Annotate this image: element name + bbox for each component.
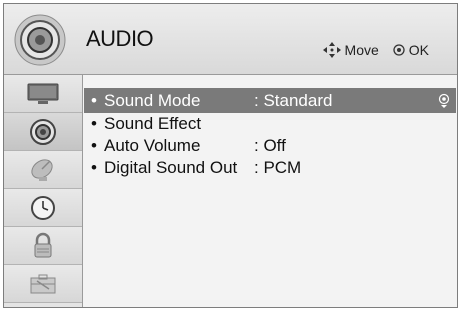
page-title: AUDIO — [86, 26, 154, 51]
audio-settings-list: • Sound Mode : Standard • Sound Effect •… — [84, 88, 456, 179]
ok-select-icon — [438, 93, 450, 108]
sidebar-item-audio[interactable] — [4, 113, 82, 151]
menu-item-label: Sound Mode — [104, 90, 201, 110]
menu-item-digital-sound-out[interactable]: • Digital Sound Out : PCM — [84, 157, 456, 179]
ok-hint-label: OK — [408, 42, 429, 58]
sidebar-item-picture[interactable] — [4, 75, 82, 113]
sidebar-item-option[interactable] — [4, 265, 82, 303]
menu-item-label: Digital Sound Out — [104, 158, 238, 177]
menu-item-label: Sound Effect — [104, 114, 202, 133]
menu-item-auto-volume[interactable]: • Auto Volume : Off — [84, 135, 456, 157]
sidebar-item-lock[interactable] — [4, 227, 82, 265]
menu-item-sound-effect[interactable]: • Sound Effect — [84, 113, 456, 135]
option-toolbox-icon — [30, 274, 56, 293]
audio-icon — [30, 118, 56, 145]
move-hint-label: Move — [344, 42, 379, 58]
audio-menu-window: AUDIO Move OK • Sound Mode: Standard • … — [3, 3, 458, 308]
menu-item-value: : Standard — [254, 90, 333, 110]
menu-item-label: Auto Volume — [104, 136, 201, 155]
speaker-icon — [14, 14, 66, 66]
sidebar-item-time[interactable] — [4, 189, 82, 227]
bullet: • — [91, 136, 97, 155]
picture-icon — [27, 83, 59, 104]
bullet: • — [91, 90, 97, 110]
time-clock-icon — [31, 195, 55, 220]
category-sidebar — [4, 75, 83, 307]
menu-header: AUDIO Move OK — [4, 4, 457, 75]
navigation-hint: Move OK — [322, 42, 429, 58]
lock-icon — [34, 232, 52, 257]
menu-item-value: : Off — [254, 136, 286, 155]
ok-button-icon — [393, 44, 405, 56]
move-arrows-icon — [322, 42, 341, 58]
sidebar-item-channel[interactable] — [4, 151, 82, 189]
channel-satellite-icon — [31, 158, 53, 181]
bullet: • — [91, 114, 97, 133]
menu-item-sound-mode[interactable]: • Sound Mode : Standard — [84, 88, 456, 113]
bullet: • — [91, 158, 97, 177]
menu-item-value: : PCM — [254, 158, 302, 177]
